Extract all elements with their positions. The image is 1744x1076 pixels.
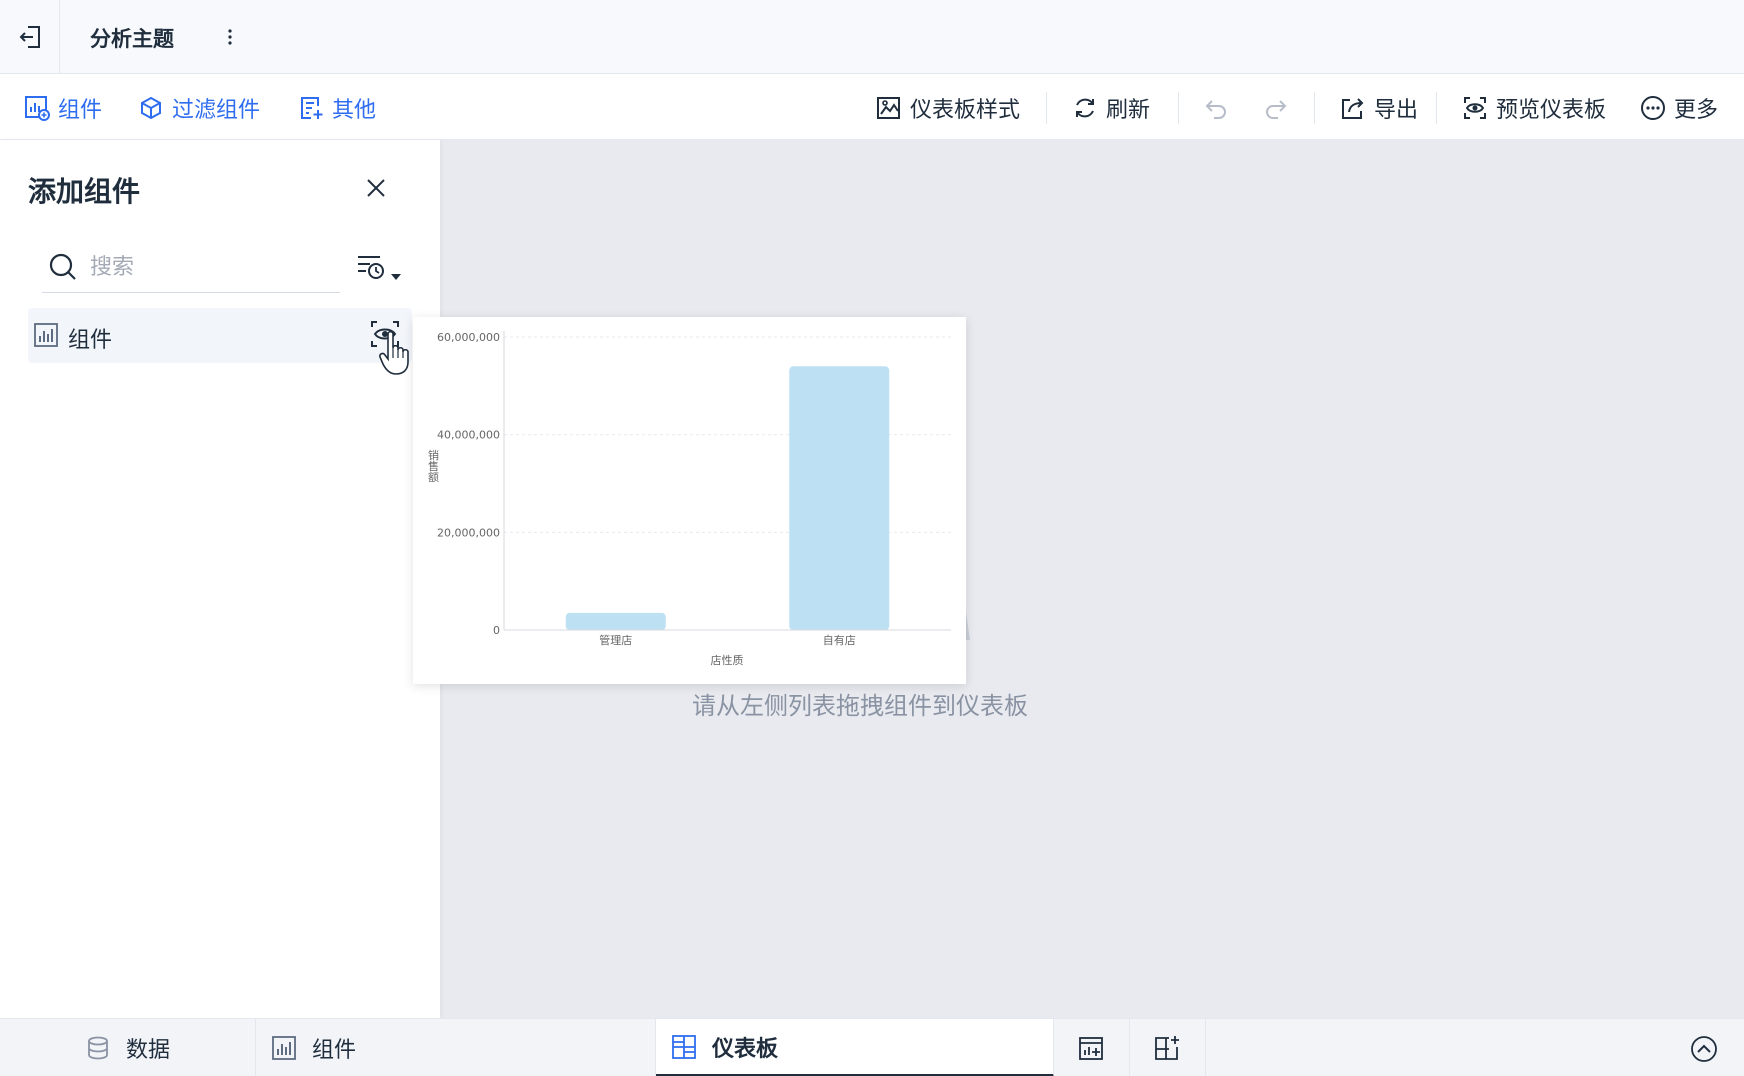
- dashboard-grid-icon: [672, 1034, 696, 1059]
- vertical-dots-icon: [228, 29, 232, 45]
- app-title: 分析主题: [90, 27, 174, 51]
- toolbar-divider: [1436, 92, 1437, 124]
- panel-title: 添加组件: [28, 175, 141, 208]
- preview-eye-icon: [1464, 96, 1486, 119]
- database-icon: [88, 1036, 108, 1060]
- bar-chart: 0 20,000,000 40,000,000 60,000,000 管理店 自有店 店…: [427, 331, 951, 667]
- toolbar-other-button[interactable]: 其他: [298, 75, 376, 140]
- dashboard-style-button[interactable]: 仪表板样式: [876, 75, 1020, 140]
- bar-chart-icon: [34, 323, 58, 347]
- more-button[interactable]: 更多: [1640, 75, 1718, 140]
- refresh-label: 刷新: [1106, 97, 1151, 123]
- add-dashboard-icon: [1154, 1036, 1179, 1060]
- export-label: 导出: [1374, 97, 1419, 123]
- preview-dashboard-button[interactable]: 预览仪表板: [1462, 75, 1606, 140]
- y-tick-label: 0: [493, 624, 500, 637]
- filter-component-icon: [141, 96, 161, 119]
- panel-close-button[interactable]: [362, 174, 390, 202]
- more-label: 更多: [1674, 97, 1719, 123]
- component-item-label: 组件: [68, 328, 113, 353]
- toolbar-component-button[interactable]: 组件: [24, 75, 102, 140]
- search-input[interactable]: [90, 250, 330, 284]
- add-component-panel: 添加组件 组件: [0, 140, 440, 1018]
- bottom-tab-bar: 数据 组件 仪表板: [0, 1018, 1744, 1076]
- chevron-up-icon[interactable]: [1690, 1035, 1718, 1063]
- sort-by-time-button[interactable]: [356, 252, 404, 288]
- y-tick-label: 40,000,000: [437, 429, 500, 442]
- component-list-item[interactable]: 组件: [28, 308, 412, 363]
- tab-component-label: 组件: [312, 1038, 357, 1063]
- y-axis-title: 销售额: [427, 448, 440, 483]
- tab-dashboard-label: 仪表板: [712, 1036, 779, 1062]
- tab-data[interactable]: 数据: [0, 1019, 256, 1076]
- refresh-button[interactable]: 刷新: [1072, 75, 1150, 140]
- undo-button[interactable]: [1204, 75, 1230, 140]
- title-more-button[interactable]: [218, 24, 242, 50]
- toolbar-divider: [1178, 92, 1179, 124]
- exit-icon: [19, 26, 40, 48]
- export-button[interactable]: 导出: [1340, 75, 1418, 140]
- bar-1[interactable]: [789, 366, 890, 630]
- add-chart-tab-button[interactable]: [1054, 1019, 1130, 1076]
- dashboard-style-icon: [877, 96, 900, 119]
- toolbar-filter-component-button[interactable]: 过滤组件: [138, 75, 260, 140]
- y-tick-label: 20,000,000: [437, 526, 500, 539]
- sort-by-time-icon: [358, 256, 401, 280]
- dashboard-style-label: 仪表板样式: [910, 97, 1021, 123]
- x-axis-title: 店性质: [711, 653, 744, 667]
- tab-dashboard[interactable]: 仪表板: [656, 1019, 1054, 1076]
- redo-icon: [1266, 99, 1287, 119]
- more-circle-icon: [1641, 95, 1665, 120]
- toolbar: 组件 过滤组件 其他 仪表板样式 刷新 导出 预览仪表板 更多: [0, 75, 1744, 140]
- x-tick-label: 自有店: [823, 633, 856, 647]
- add-chart-icon: [1078, 1037, 1103, 1060]
- hand-cursor-icon: [379, 330, 409, 375]
- search-box: [42, 244, 340, 293]
- bar-0[interactable]: [565, 612, 666, 630]
- toolbar-other-label: 其他: [332, 97, 377, 123]
- refresh-icon: [1076, 98, 1094, 117]
- toolbar-component-label: 组件: [58, 97, 103, 123]
- search-icon: [49, 253, 76, 280]
- component-chart-icon: [25, 95, 50, 121]
- other-icon: [301, 96, 323, 119]
- preview-dashboard-label: 预览仪表板: [1496, 97, 1607, 123]
- top-bar: 分析主题: [0, 0, 1744, 74]
- tab-data-label: 数据: [126, 1038, 171, 1063]
- undo-icon: [1205, 99, 1226, 119]
- tab-component[interactable]: 组件: [256, 1019, 656, 1076]
- x-tick-label: 管理店: [599, 633, 632, 647]
- toolbar-divider: [1314, 92, 1315, 124]
- toolbar-filter-component-label: 过滤组件: [172, 97, 261, 123]
- component-preview-popup: 0 20,000,000 40,000,000 60,000,000 管理店 自有店 店…: [413, 317, 966, 684]
- y-tick-label: 60,000,000: [437, 331, 500, 344]
- redo-button[interactable]: [1262, 75, 1288, 140]
- export-icon: [1342, 97, 1364, 119]
- bar-chart-icon: [272, 1036, 296, 1060]
- add-dashboard-tab-button[interactable]: [1130, 1019, 1206, 1076]
- exit-button[interactable]: [0, 0, 60, 74]
- close-icon: [367, 179, 385, 197]
- empty-canvas-hint: 请从左侧列表拖拽组件到仪表板: [692, 692, 1028, 720]
- toolbar-divider: [1046, 92, 1047, 124]
